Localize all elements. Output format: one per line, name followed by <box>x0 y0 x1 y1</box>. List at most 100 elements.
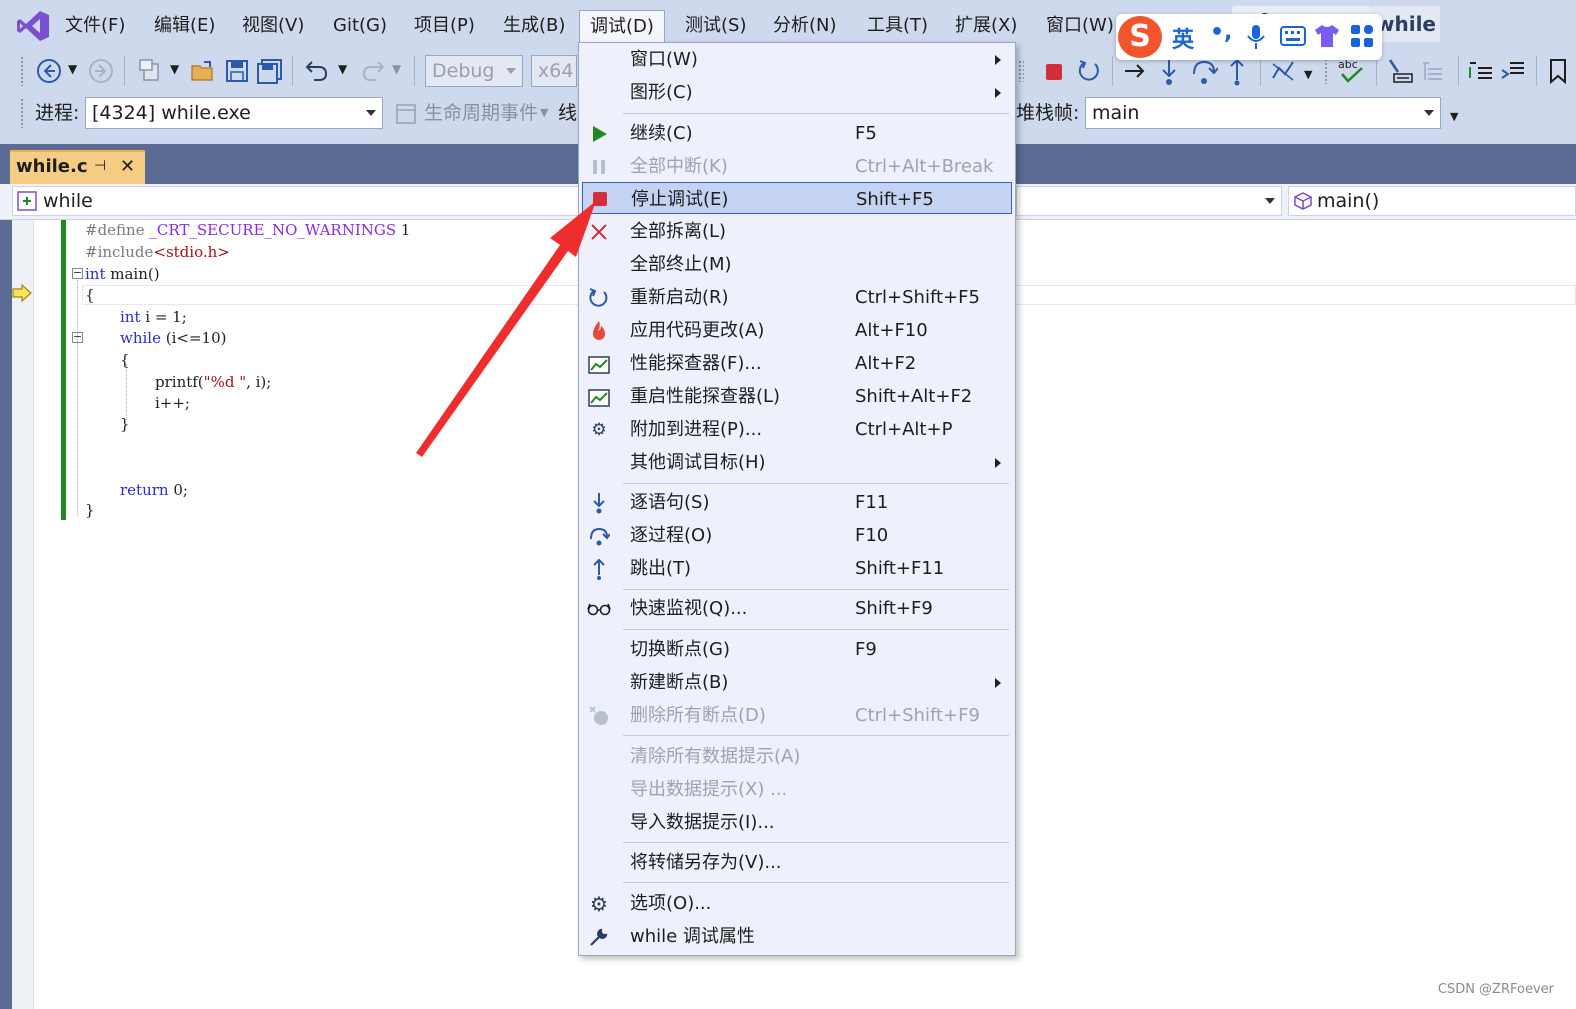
chevron-down-icon[interactable]: ▼ <box>1304 68 1312 81</box>
keyboard-icon[interactable] <box>1280 26 1306 46</box>
menu-item-restart[interactable]: 重新启动(R) Ctrl+Shift+F5 <box>579 281 1015 314</box>
menu-item-quickwatch[interactable]: 快速监视(Q)... Shift+F9 <box>579 592 1015 625</box>
menu-item-debug-properties[interactable]: while 调试属性 <box>579 920 1015 953</box>
find-in-files-icon[interactable] <box>1386 58 1414 84</box>
menu-item-toggle-breakpoint[interactable]: 切换断点(G) F9 <box>579 633 1015 666</box>
document-outline-icon[interactable] <box>1420 58 1446 84</box>
lifecycle-events-icon[interactable] <box>396 104 416 124</box>
menu-item-new-breakpoint[interactable]: 新建断点(B) <box>579 666 1015 699</box>
menu-item-windows[interactable]: 窗口(W) <box>579 43 1015 76</box>
solution-configuration-select[interactable]: Debug <box>425 55 523 87</box>
toolbar-grip[interactable] <box>1324 58 1328 84</box>
menu-item-import-datatips[interactable]: 导入数据提示(I)... <box>579 806 1015 839</box>
collapse-main-toggle[interactable]: − <box>72 267 83 279</box>
menu-item-other-debug-targets[interactable]: 其他调试目标(H) <box>579 446 1015 479</box>
menu-item-step-out[interactable]: 跳出(T) Shift+F11 <box>579 552 1015 585</box>
toolbar-separator <box>124 56 125 86</box>
step-into-icon[interactable] <box>1156 56 1182 86</box>
menu-edit[interactable]: 编辑(E) <box>154 10 215 42</box>
bookmark-icon[interactable] <box>1548 58 1568 84</box>
menu-item-export-datatips[interactable]: 导出数据提示(X) ... <box>579 773 1015 806</box>
menu-item-label: 全部中断(K) <box>630 156 728 177</box>
menu-item-save-dump-as[interactable]: 将转储另存为(V)... <box>579 846 1015 879</box>
menu-view[interactable]: 视图(V) <box>242 10 304 42</box>
code-line-1: #define _CRT_SECURE_NO_WARNINGS 1 <box>85 220 410 240</box>
menu-item-attach-to-process[interactable]: ⚙ 附加到进程(P)... Ctrl+Alt+P <box>579 413 1015 446</box>
chevron-down-icon[interactable]: ▼ <box>68 62 77 76</box>
menu-item-step-into[interactable]: 逐语句(S) F11 <box>579 486 1015 519</box>
menu-item-terminate-all[interactable]: 全部终止(M) <box>579 248 1015 281</box>
menu-item-delete-all-breakpoints[interactable]: 删除所有断点(D) Ctrl+Shift+F9 <box>579 699 1015 732</box>
ime-mode-toggle[interactable]: 英 <box>1172 22 1194 54</box>
menu-item-shortcut: Ctrl+Alt+Break <box>855 156 994 177</box>
spell-check-icon[interactable]: abc <box>1336 56 1366 86</box>
menu-window[interactable]: 窗口(W) <box>1046 10 1114 42</box>
menu-item-clear-datatips[interactable]: 清除所有数据提示(A) <box>579 740 1015 773</box>
menu-item-graphics[interactable]: 图形(C) <box>579 76 1015 109</box>
process-select[interactable]: [4324] while.exe <box>85 97 383 129</box>
menu-extensions[interactable]: 扩展(X) <box>955 10 1017 42</box>
menu-item-stop-debugging[interactable]: 停止调试(E) Shift+F5 <box>582 182 1012 214</box>
menu-git[interactable]: Git(G) <box>333 10 387 42</box>
chevron-down-icon[interactable]: ▼ <box>338 62 347 76</box>
menu-test[interactable]: 测试(S) <box>685 10 746 42</box>
step-over-icon[interactable] <box>1190 56 1218 86</box>
stack-frame-select[interactable]: main <box>1085 97 1441 129</box>
restart-icon[interactable] <box>1076 58 1102 84</box>
menu-item-detach-all[interactable]: 全部拆离(L) <box>579 215 1015 248</box>
indicator-margin[interactable] <box>12 220 34 1009</box>
microphone-icon[interactable] <box>1246 24 1266 50</box>
toolbar-overflow-icon[interactable]: ▼ <box>1450 110 1458 123</box>
comment-lines-icon[interactable] <box>1468 58 1494 84</box>
navigate-forward-icon[interactable] <box>88 58 114 84</box>
diagnostic-hub-icon[interactable] <box>1270 58 1296 84</box>
uncomment-lines-icon[interactable] <box>1500 58 1526 84</box>
chevron-down-icon[interactable]: ▼ <box>392 62 401 76</box>
lifecycle-events-button[interactable]: 生命周期事件 <box>424 97 538 129</box>
redo-icon[interactable] <box>360 58 386 84</box>
save-all-icon[interactable] <box>256 58 284 84</box>
close-icon[interactable]: ✕ <box>120 156 135 177</box>
solution-platform-select[interactable]: x64 <box>531 55 577 87</box>
skin-shirt-icon[interactable] <box>1314 24 1340 48</box>
menu-item-break-all[interactable]: 全部中断(K) Ctrl+Alt+Break <box>579 150 1015 183</box>
menu-analyze[interactable]: 分析(N) <box>773 10 837 42</box>
toolbox-grid-icon[interactable] <box>1350 24 1374 48</box>
chevron-down-icon[interactable]: ▼ <box>170 62 179 76</box>
menu-file[interactable]: 文件(F) <box>65 10 125 42</box>
menu-item-restart-profiler[interactable]: 重启性能探查器(L) Shift+Alt+F2 <box>579 380 1015 413</box>
menu-item-options[interactable]: ⚙ 选项(O)... <box>579 887 1015 920</box>
declaration: i = 1; <box>140 308 187 326</box>
menu-project[interactable]: 项目(P) <box>414 10 475 42</box>
pause-icon[interactable] <box>1018 60 1024 82</box>
member-scope-select[interactable]: main() <box>1288 186 1576 216</box>
increment-statement: i++; <box>155 394 190 412</box>
chevron-down-icon[interactable]: ▼ <box>540 106 548 119</box>
open-folder-icon[interactable] <box>190 58 216 84</box>
scope-value: while <box>43 190 93 212</box>
menu-tools[interactable]: 工具(T) <box>867 10 928 42</box>
menu-item-continue[interactable]: 继续(C) F5 <box>579 117 1015 150</box>
menu-build[interactable]: 生成(B) <box>503 10 565 42</box>
menu-item-step-over[interactable]: 逐过程(O) F10 <box>579 519 1015 552</box>
toolbar-grip[interactable] <box>20 56 24 86</box>
stop-icon[interactable] <box>1046 64 1062 80</box>
type-scope-select[interactable] <box>1016 186 1282 216</box>
sogou-logo-icon[interactable]: S <box>1118 16 1162 58</box>
undo-icon[interactable] <box>304 58 330 84</box>
glasses-icon <box>587 597 611 621</box>
code-line-2: #include<stdio.h> <box>85 242 230 262</box>
menu-item-performance-profiler[interactable]: 性能探查器(F)... Alt+F2 <box>579 347 1015 380</box>
menu-item-shortcut: Alt+F2 <box>855 353 917 374</box>
step-out-icon[interactable] <box>1224 56 1250 86</box>
navigate-back-icon[interactable] <box>36 58 62 84</box>
pin-icon[interactable]: ⊣ <box>94 158 106 174</box>
menu-item-apply-code-changes[interactable]: 应用代码更改(A) Alt+F10 <box>579 314 1015 347</box>
save-icon[interactable] <box>224 58 250 84</box>
menu-debug[interactable]: 调试(D) <box>579 10 665 44</box>
show-next-statement-icon[interactable] <box>1122 58 1148 84</box>
tab-while-c[interactable]: while.c ⊣ ✕ <box>10 150 145 184</box>
new-project-icon[interactable] <box>138 58 164 84</box>
ime-punct-toggle[interactable]: •, <box>1210 20 1232 45</box>
toolbar-grip[interactable] <box>20 98 24 128</box>
